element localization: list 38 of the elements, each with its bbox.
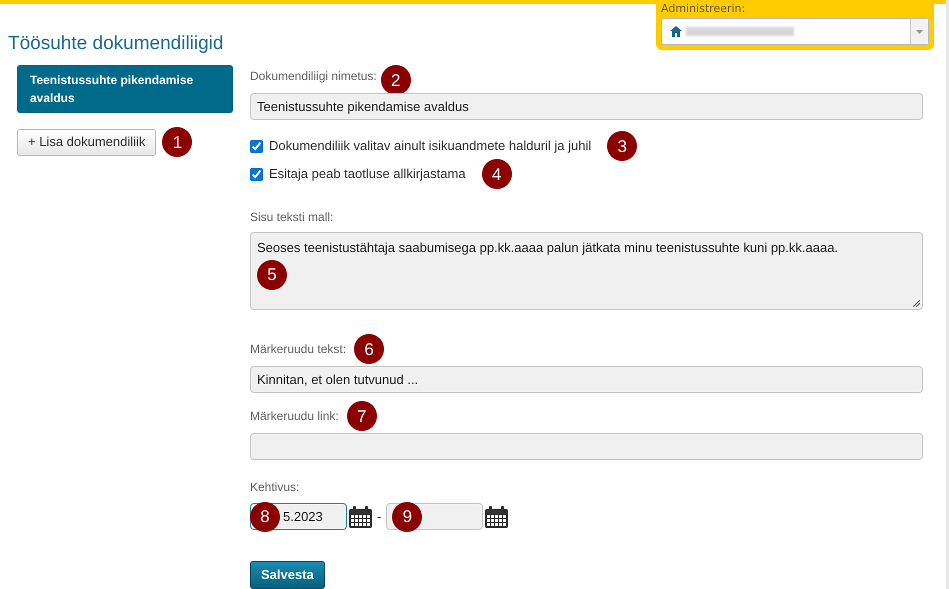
caret-icon [916,30,923,34]
dropdown-toggle[interactable] [910,19,928,44]
callout-badge: 4 [482,159,512,189]
callout-badge: 7 [346,401,377,431]
document-type-name-field[interactable]: Teenistussuhte pikendamise avaldus [250,93,923,120]
resize-handle-icon [913,300,920,307]
template-text-field[interactable]: Seoses teenistustähtaja saabumisega pp.kk.aaaa palun jätkata minu teenistussuhte kuni pp.kk.aaaa. 5 [250,232,923,310]
date-separator: - [377,508,382,526]
field-label: Märkeruudu link: [250,408,339,425]
valid-from-value: 5.2023 [283,508,323,526]
callout-badge: 1 [162,127,192,157]
sidebar-item[interactable]: Teenistussuhte pikendamise avaldus [17,65,233,113]
callout-badge: 2 [380,65,411,95]
callout-badge: 5 [257,260,287,290]
checkbox-label: Dokumendiliik valitav ainult isikuandmete halduril ja juhil [269,137,592,156]
home-icon [670,26,682,37]
field-label: Kehtivus: [250,479,300,496]
add-document-type-button[interactable]: + Lisa dokumendiliik [17,128,156,156]
checkbox[interactable] [250,140,263,152]
checkbox-text-field[interactable]: Kinnitan, et olen tutvunud ... [250,366,923,393]
checkbox-link-field[interactable] [250,433,923,460]
callout-badge: 9 [392,502,422,532]
callout-badge: 8 [250,502,280,532]
page-title: Töösuhte dokumendiliigid [8,32,224,56]
save-button[interactable]: Salvesta [250,561,325,589]
field-label: Sisu teksti mall: [250,209,334,226]
valid-from-field[interactable]: 8 5.2023 [250,503,347,530]
field-label: Märkeruudu tekst: [250,341,346,358]
template-text: Seoses teenistustähtaja saabumisega pp.kk.aaaa palun jätkata minu teenistussuhte kuni pp.kk.aaaa. [257,239,838,257]
valid-to-field[interactable]: 9 [386,503,484,530]
callout-badge: 3 [607,131,638,161]
callout-badge: 6 [354,334,384,364]
calendar-icon[interactable] [349,506,372,528]
calendar-icon[interactable] [485,506,508,528]
checkbox[interactable] [250,168,263,180]
field-label: Dokumendiliigi nimetus: [250,68,377,85]
checkbox-label: Esitaja peab taotluse allkirjastama [269,165,466,184]
admin-label: Administreerin: [661,2,746,16]
